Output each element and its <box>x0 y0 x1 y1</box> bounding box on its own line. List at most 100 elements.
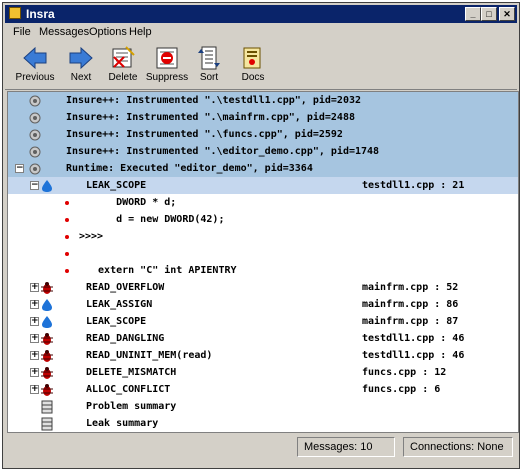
app-window: Insra _ □ ✕ File Messages Options Help P… <box>2 2 520 469</box>
menu-file[interactable]: File <box>13 26 31 38</box>
message-text: LEAK_ASSIGN <box>86 299 153 310</box>
list-item[interactable]: + READ_DANGLING testdll1.cpp : 46 <box>8 330 518 347</box>
app-icon <box>9 7 21 19</box>
message-location: testdll1.cpp : 46 <box>362 350 465 361</box>
menu-options[interactable]: Options <box>89 26 127 38</box>
list-item[interactable]: + READ_OVERFLOW mainfrm.cpp : 52 <box>8 279 518 296</box>
docs-button[interactable]: Docs <box>231 45 275 87</box>
list-item[interactable]: + ALLOC_CONFLICT funcs.cpp : 6 <box>8 381 518 398</box>
message-location: funcs.cpp : 6 <box>362 384 441 395</box>
list-item[interactable]: + READ_UNINIT_MEM(read) testdll1.cpp : 4… <box>8 347 518 364</box>
message-text: LEAK_SCOPE <box>86 316 147 327</box>
message-text: DELETE_MISMATCH <box>86 367 177 378</box>
delete-label: Delete <box>108 72 138 83</box>
collapse-toggle[interactable]: − <box>15 164 24 173</box>
message-location: funcs.cpp : 12 <box>362 367 447 378</box>
list-item[interactable]: >>>> <box>8 228 518 245</box>
expand-toggle[interactable]: + <box>30 334 39 343</box>
minimize-button[interactable]: _ <box>465 7 481 21</box>
delete-icon <box>112 46 135 68</box>
sort-button[interactable]: Sort <box>187 45 231 87</box>
list-item[interactable]: Insure++: Instrumented ".\funcs.cpp", pi… <box>8 126 518 143</box>
bug-icon <box>41 367 53 379</box>
list-item[interactable]: d = new DWORD(42); <box>8 211 518 228</box>
arrow-left-icon <box>23 46 47 70</box>
connections-status: Connections: None <box>403 437 513 457</box>
menu-help[interactable]: Help <box>129 26 152 38</box>
suppress-label: Suppress <box>145 72 189 83</box>
list-item[interactable] <box>8 245 518 262</box>
message-list[interactable]: Insure++: Instrumented ".\testdll1.cpp",… <box>7 91 519 433</box>
message-location: testdll1.cpp : 46 <box>362 333 465 344</box>
list-item[interactable]: Insure++: Instrumented ".\mainfrm.cpp", … <box>8 109 518 126</box>
delete-button[interactable]: Delete <box>101 45 145 87</box>
expand-toggle[interactable]: + <box>30 368 39 377</box>
message-text: Leak summary <box>86 418 159 429</box>
gear-icon <box>29 112 41 124</box>
leak-drop-icon <box>42 299 52 311</box>
message-text: READ_UNINIT_MEM(read) <box>86 350 213 361</box>
message-location: mainfrm.cpp : 87 <box>362 316 459 327</box>
list-item[interactable]: DWORD * d; <box>8 194 518 211</box>
bullet-icon <box>65 252 69 256</box>
summary-icon <box>41 400 53 414</box>
bug-icon <box>41 333 53 345</box>
expand-toggle[interactable]: + <box>30 317 39 326</box>
toolbar: Previous Next Delete Suppress Sort Docs <box>5 43 517 90</box>
message-text: LEAK_SCOPE <box>86 180 147 191</box>
message-text: >>>> <box>79 231 104 242</box>
list-item[interactable]: extern "C" int APIENTRY <box>8 262 518 279</box>
collapse-toggle[interactable]: − <box>30 181 39 190</box>
message-text: DWORD * d; <box>86 197 177 208</box>
message-location: mainfrm.cpp : 86 <box>362 299 459 310</box>
expand-toggle[interactable]: + <box>30 283 39 292</box>
message-text: d = new DWORD(42); <box>86 214 225 225</box>
expand-toggle[interactable]: + <box>30 385 39 394</box>
list-item[interactable]: Leak summary <box>8 415 518 432</box>
message-text: Runtime: Executed "editor_demo", pid=336… <box>66 163 313 174</box>
docs-icon <box>243 47 261 69</box>
menu-bar: File Messages Options Help <box>5 24 517 42</box>
list-item[interactable]: + LEAK_ASSIGN mainfrm.cpp : 86 <box>8 296 518 313</box>
sort-icon <box>198 46 220 70</box>
list-item[interactable]: − LEAK_SCOPE testdll1.cpp : 21 <box>8 177 518 194</box>
list-item[interactable]: + DELETE_MISMATCH funcs.cpp : 12 <box>8 364 518 381</box>
gear-icon <box>29 129 41 141</box>
sort-label: Sort <box>199 72 219 83</box>
message-text: Problem summary <box>86 401 177 412</box>
summary-icon <box>41 417 53 431</box>
maximize-button[interactable]: □ <box>481 7 497 21</box>
bug-icon <box>41 384 53 396</box>
list-item[interactable]: − Runtime: Executed "editor_demo", pid=3… <box>8 160 518 177</box>
status-bar: Messages: 10 Connections: None <box>5 435 517 459</box>
list-item[interactable]: Insure++: Instrumented ".\editor_demo.cp… <box>8 143 518 160</box>
message-text: Insure++: Instrumented ".\editor_demo.cp… <box>66 146 380 157</box>
arrow-right-icon <box>69 46 93 70</box>
message-text: READ_OVERFLOW <box>86 282 165 293</box>
previous-button[interactable]: Previous <box>13 45 57 87</box>
next-button[interactable]: Next <box>59 45 103 87</box>
message-text: Insure++: Instrumented ".\testdll1.cpp",… <box>66 95 362 106</box>
expand-toggle[interactable]: + <box>30 351 39 360</box>
gear-icon <box>29 163 41 175</box>
menu-messages[interactable]: Messages <box>39 26 89 38</box>
bug-icon <box>41 350 53 362</box>
suppress-button[interactable]: Suppress <box>145 45 189 87</box>
bullet-icon <box>65 201 69 205</box>
title-bar: Insra _ □ ✕ <box>5 5 517 23</box>
bullet-icon <box>65 218 69 222</box>
suppress-icon <box>156 47 178 69</box>
gear-icon <box>29 146 41 158</box>
list-item[interactable]: Problem summary <box>8 398 518 415</box>
leak-drop-icon <box>42 316 52 328</box>
expand-toggle[interactable]: + <box>30 300 39 309</box>
close-button[interactable]: ✕ <box>499 7 515 21</box>
message-text: Insure++: Instrumented ".\mainfrm.cpp", … <box>66 112 355 123</box>
bug-icon <box>41 282 53 294</box>
message-text: ALLOC_CONFLICT <box>86 384 171 395</box>
docs-label: Docs <box>241 72 265 83</box>
message-text: READ_DANGLING <box>86 333 165 344</box>
list-item[interactable]: + LEAK_SCOPE mainfrm.cpp : 87 <box>8 313 518 330</box>
leak-drop-icon <box>42 180 52 192</box>
list-item[interactable]: Insure++: Instrumented ".\testdll1.cpp",… <box>8 92 518 109</box>
